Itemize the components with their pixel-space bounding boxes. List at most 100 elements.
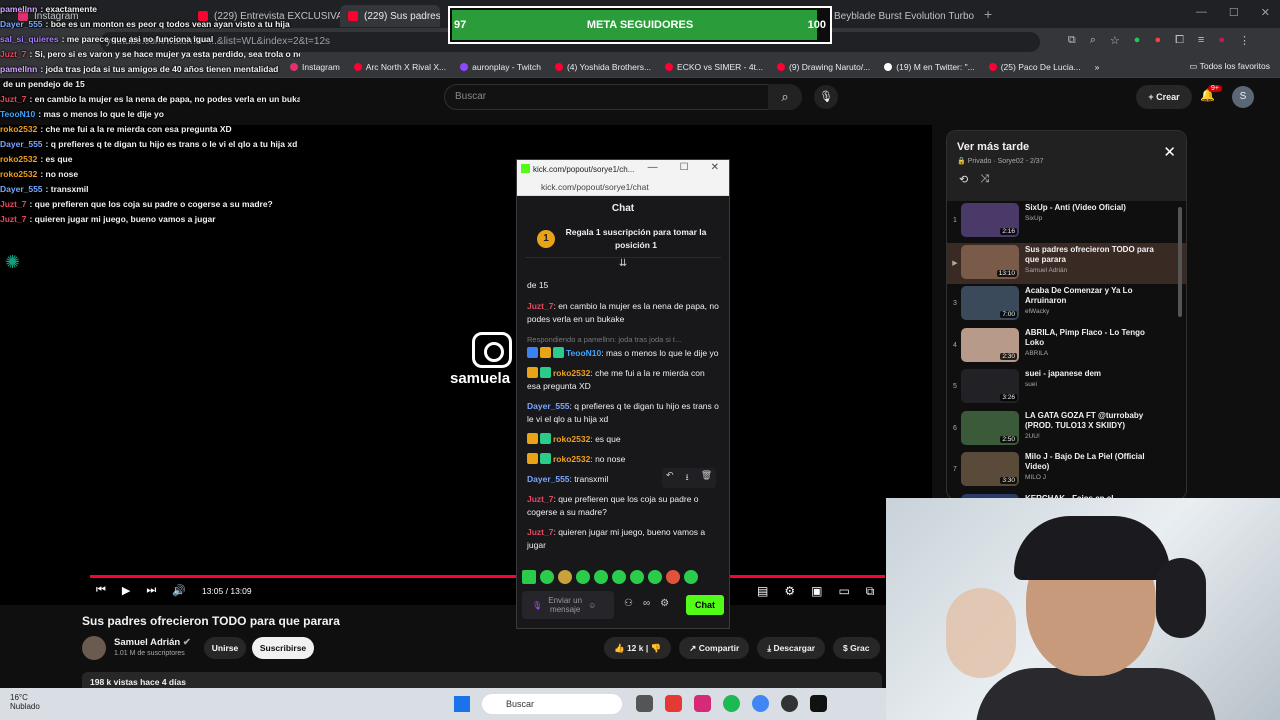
shuffle-icon[interactable]: ⤨ xyxy=(980,173,989,186)
video-thumbnail[interactable]: 3:30 xyxy=(961,452,1019,486)
search-input[interactable]: Buscar xyxy=(444,84,802,110)
chat-username[interactable]: TeooN10 xyxy=(566,348,601,358)
tiktok-icon[interactable] xyxy=(810,695,827,712)
bookmark-item[interactable]: ECKO vs SIMER - 4t... xyxy=(665,62,763,72)
chat-message-input[interactable]: 🎙 Enviar un mensaje ☺ xyxy=(522,591,614,619)
emote-icon[interactable] xyxy=(612,570,626,584)
bookmark-item[interactable]: (4) Yoshida Brothers... xyxy=(554,62,651,72)
profile-icon[interactable]: ● xyxy=(1218,34,1225,47)
playlist-item[interactable]: ▶ 13:10 Sus padres ofrecieron TODO para qu… xyxy=(947,242,1186,284)
close-window-icon[interactable]: ✕ xyxy=(1261,6,1270,19)
close-window-icon[interactable]: ✕ xyxy=(711,162,719,173)
volume-icon[interactable]: 🔊 xyxy=(172,584,186,597)
chat-username[interactable]: Dayer_555 xyxy=(527,401,570,411)
maximize-icon[interactable]: ☐ xyxy=(680,162,689,173)
bookmark-item[interactable]: (25) Paco De Lucia... xyxy=(988,62,1081,72)
play-icon[interactable]: ▶ xyxy=(122,584,130,597)
tab-beyblade[interactable]: Beyblade Burst Evolution Turbo ✕ xyxy=(826,5,976,27)
chat-message[interactable]: roko2532: es que xyxy=(527,433,719,446)
chat-message[interactable]: roko2532: che me fui a la re mierda con … xyxy=(527,367,719,393)
search-icon[interactable]: ⌕ xyxy=(768,84,802,110)
chat-message[interactable]: Respondiendo a pamellnn: joda tras joda … xyxy=(527,333,719,360)
new-tab-button[interactable]: + xyxy=(984,6,992,22)
weather-widget[interactable]: 16°C Nublado xyxy=(10,693,40,711)
emote-icon[interactable] xyxy=(576,570,590,584)
bookmark-item[interactable]: Arc North X Rival X... xyxy=(353,62,446,72)
bookmark-item[interactable]: (9) Drawing Naruto/... xyxy=(777,62,870,72)
bookmarks-more[interactable]: » xyxy=(1095,62,1100,72)
chat-username[interactable]: roko2532 xyxy=(553,454,590,464)
chat-message[interactable]: Juzt_7: en cambio la mujer es la nena de… xyxy=(527,300,719,326)
avatar[interactable]: S xyxy=(1232,86,1254,108)
chat-username[interactable]: Juzt_7 xyxy=(527,494,553,504)
pinned-toggle-icon[interactable]: ⇊ xyxy=(517,258,729,270)
chrome-icon[interactable] xyxy=(752,695,769,712)
theater-icon[interactable]: ▭ xyxy=(838,584,849,599)
subscribe-button[interactable]: Suscribirse xyxy=(252,637,314,659)
thanks-button[interactable]: $ Grac xyxy=(833,637,880,659)
settings-icon[interactable]: ⚙ xyxy=(660,598,669,609)
close-icon[interactable]: ✕ xyxy=(1163,143,1176,161)
kebab-menu-icon[interactable]: ⋮ xyxy=(1239,34,1250,47)
video-thumbnail[interactable]: 2:30 xyxy=(961,327,1019,362)
zoom-icon[interactable]: ⌕ xyxy=(1090,34,1096,47)
previous-icon[interactable]: ⏮ xyxy=(96,584,106,597)
extension-icon[interactable]: ● xyxy=(1154,34,1161,47)
chat-username[interactable]: roko2532 xyxy=(553,434,590,444)
video-thumbnail[interactable]: 7:00 xyxy=(961,286,1019,320)
playlist-item[interactable]: 3 7:00 Acaba De Comenzar y Ya Lo Arruinaro… xyxy=(947,284,1186,326)
playlist-title[interactable]: Ver más tarde xyxy=(957,141,1029,153)
share-button[interactable]: ↗ Compartir xyxy=(679,637,750,659)
infinity-icon[interactable]: ∞ xyxy=(643,598,650,609)
pin-icon[interactable]: ⭳ xyxy=(686,470,689,486)
settings-icon[interactable]: ⚙ xyxy=(784,584,795,599)
playlist-item[interactable]: 5 3:26 suei - japanese dem suei xyxy=(947,367,1186,409)
minimize-icon[interactable]: — xyxy=(1196,6,1207,19)
extension-icon[interactable]: ● xyxy=(1134,34,1141,47)
emote-icon[interactable] xyxy=(558,570,572,584)
chat-message[interactable]: Juzt_7: que prefieren que los coja su pa… xyxy=(527,493,719,519)
chat-send-button[interactable]: Chat xyxy=(686,595,724,615)
channel-name[interactable]: Samuel Adrián ✔ xyxy=(114,637,191,648)
cast-icon[interactable]: ⧉ xyxy=(1068,34,1076,47)
users-icon[interactable]: ⚇ xyxy=(624,598,633,609)
playlist-item[interactable]: 1 2:16 SixUp - Anti (Video Oficial) SixUp xyxy=(947,201,1186,243)
bookmark-item[interactable]: (19) M en Twitter: "... xyxy=(884,62,975,72)
emote-icon[interactable] xyxy=(666,570,680,584)
minimize-icon[interactable]: — xyxy=(648,162,658,173)
maximize-icon[interactable]: ☐ xyxy=(1229,6,1239,19)
like-button[interactable]: 👍 12 k | 👎 xyxy=(604,637,672,659)
chat-username[interactable]: roko2532 xyxy=(553,368,590,378)
reply-icon[interactable]: ↶ xyxy=(666,470,674,486)
windows-start-icon[interactable] xyxy=(454,696,470,712)
video-thumbnail[interactable]: 3:26 xyxy=(961,369,1019,403)
chat-username[interactable]: Dayer_555 xyxy=(527,474,570,484)
trash-icon[interactable]: 🗑 xyxy=(701,470,712,486)
chat-message[interactable]: Juzt_7: quieren jugar mi juego, bueno va… xyxy=(527,526,719,552)
mic-icon[interactable]: 🎙 xyxy=(532,601,542,610)
emote-icon[interactable] xyxy=(648,570,662,584)
miniplayer-icon[interactable]: ▣ xyxy=(811,584,822,599)
app-icon[interactable] xyxy=(665,695,682,712)
emoji-icon[interactable]: ☺ xyxy=(588,601,596,610)
channel-avatar[interactable] xyxy=(82,636,106,660)
next-icon[interactable]: ⏭ xyxy=(146,584,156,597)
spotify-icon[interactable] xyxy=(723,695,740,712)
bookmark-item[interactable]: auronplay - Twitch xyxy=(460,62,541,72)
join-button[interactable]: Unirse xyxy=(204,637,246,659)
gift-sub-banner[interactable]: 1 Regala 1 suscripción para tomar la pos… xyxy=(525,220,721,258)
create-button[interactable]: + Crear xyxy=(1136,85,1192,109)
taskbar-search[interactable]: Buscar xyxy=(482,694,622,714)
playlist-item[interactable]: 6 2:50 LA GATA GOZA FT @turrobaby (PROD. T… xyxy=(947,409,1186,451)
emote-icon[interactable] xyxy=(684,570,698,584)
video-thumbnail[interactable]: 13:10 xyxy=(961,244,1019,279)
chat-username[interactable]: Juzt_7 xyxy=(527,301,553,311)
video-thumbnail[interactable]: 2:16 xyxy=(961,203,1019,237)
emote-icon[interactable] xyxy=(522,570,536,584)
star-icon[interactable]: ☆ xyxy=(1110,34,1120,47)
instagram-icon[interactable] xyxy=(694,695,711,712)
download-button[interactable]: ⤓ Descargar xyxy=(757,637,826,659)
file-explorer-icon[interactable] xyxy=(636,695,653,712)
cast-icon[interactable]: ⧉ xyxy=(866,584,875,599)
video-progress-bar[interactable] xyxy=(90,575,885,578)
